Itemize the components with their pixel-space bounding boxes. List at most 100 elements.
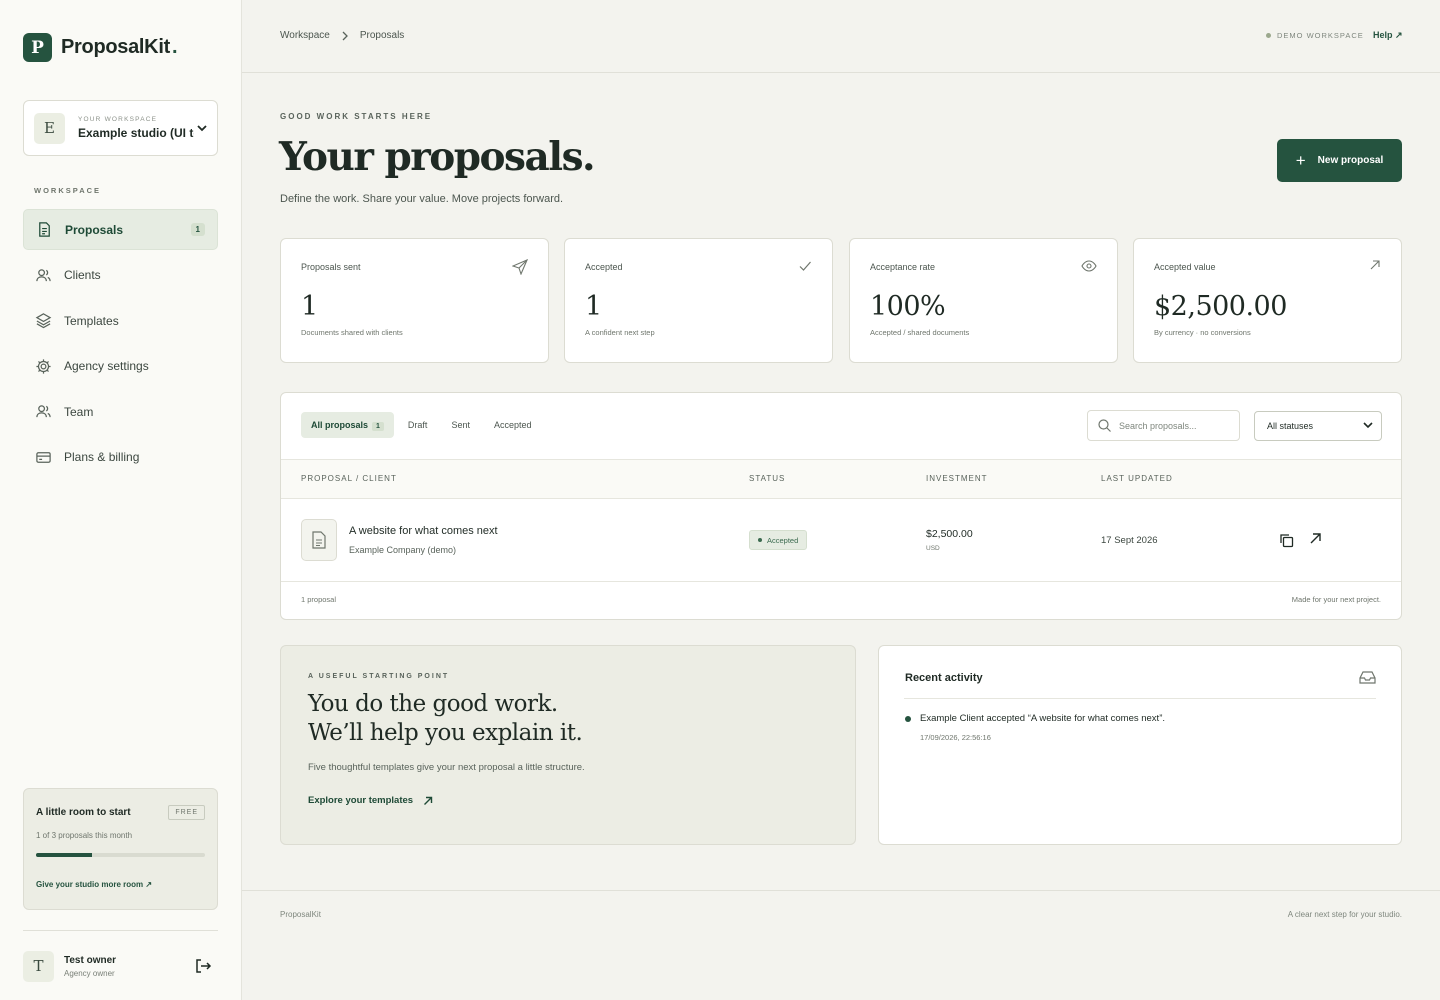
open-external-icon[interactable] — [1309, 532, 1322, 545]
column-header: INVESTMENT — [926, 474, 988, 483]
logout-icon[interactable] — [194, 957, 212, 975]
search-placeholder: Search proposals... — [1119, 420, 1197, 431]
chevron-down-icon — [197, 125, 207, 132]
sidebar-item-label: Plans & billing — [64, 450, 140, 464]
upgrade-link[interactable]: Give your studio more room ↗ — [36, 880, 205, 889]
plan-badge: FREE — [168, 805, 205, 820]
stat-card-acceptance-rate: Acceptance rate 100% Accepted / shared d… — [849, 238, 1118, 363]
divider — [23, 930, 218, 931]
last-updated: 17 Sept 2026 — [1101, 535, 1158, 546]
page-title: Your proposals. — [279, 134, 596, 180]
tab-sent[interactable]: Sent — [441, 412, 480, 438]
search-input[interactable]: Search proposals... — [1087, 410, 1240, 441]
user-role: Agency owner — [64, 968, 115, 978]
status-badge: Accepted — [749, 530, 808, 550]
proposal-client: Example Company (demo) — [349, 545, 457, 555]
send-icon — [512, 259, 528, 275]
brand-name: ProposalKit. — [61, 36, 178, 58]
document-icon — [39, 222, 50, 237]
plan-usage-card: A little room to start FREE 1 of 3 propo… — [23, 788, 218, 910]
users-icon — [36, 268, 51, 281]
stat-value: 1 — [301, 291, 318, 322]
stat-value: 100% — [870, 291, 946, 322]
arrow-up-right-icon — [1370, 260, 1380, 270]
filter-tabs: All proposals 1 Draft Sent Accepted — [301, 412, 545, 438]
workspace-switcher[interactable]: E YOUR WORKSPACE Example studio (UI test… — [23, 100, 218, 156]
eye-icon — [1081, 260, 1097, 272]
stat-label: Accepted value — [1154, 262, 1216, 272]
proposals-table-card: All proposals 1 Draft Sent Accepted Searc… — [280, 392, 1402, 620]
user-profile: T Test owner Agency owner — [23, 950, 218, 982]
status-filter-select[interactable]: All statuses — [1254, 411, 1382, 441]
chevron-down-icon — [1363, 422, 1373, 429]
column-header: PROPOSAL / CLIENT — [301, 474, 397, 483]
plan-usage-text: 1 of 3 proposals this month — [36, 831, 133, 840]
column-header: STATUS — [749, 474, 786, 483]
sidebar-item-label: Proposals — [65, 222, 124, 237]
demo-workspace-indicator: DEMO WORKSPACE — [1266, 31, 1364, 40]
layers-icon — [35, 313, 52, 329]
workspace-eyebrow: YOUR WORKSPACE — [78, 116, 158, 123]
arrow-up-right-icon — [424, 796, 433, 805]
help-link[interactable]: Help ↗ — [1373, 30, 1403, 41]
chevron-right-icon — [342, 31, 348, 40]
sidebar-nav: Proposals 1 Clients Templates Agency set… — [23, 209, 218, 482]
copy-icon[interactable] — [1279, 533, 1294, 548]
document-icon — [301, 519, 337, 561]
workspace-avatar: E — [34, 112, 65, 144]
stat-card-proposals-sent: Proposals sent 1 Documents shared with c… — [280, 238, 549, 363]
logo-mark: P — [23, 33, 52, 62]
footer-tagline: A clear next step for your studio. — [1287, 910, 1402, 919]
proposal-title[interactable]: A website for what comes next — [349, 525, 498, 537]
stat-caption: By currency · no conversions — [1154, 328, 1251, 337]
workspace-name: Example studio (UI test) — [78, 126, 194, 140]
activity-title: Recent activity — [905, 672, 983, 684]
brand-logo[interactable]: P ProposalKit. — [23, 33, 178, 62]
table-footer-note: Made for your next project. — [1291, 595, 1381, 604]
breadcrumb-workspace[interactable]: Workspace — [280, 30, 330, 41]
sidebar-item-proposals[interactable]: Proposals 1 — [23, 209, 218, 250]
stat-value: $2,500.00 — [1154, 291, 1287, 322]
sidebar: P ProposalKit. E YOUR WORKSPACE Example … — [0, 0, 242, 1000]
sidebar-item-agency-settings[interactable]: Agency settings — [23, 346, 218, 387]
table-footer-count: 1 proposal — [301, 595, 337, 604]
explore-templates-link[interactable]: Explore your templates — [308, 795, 828, 806]
footer-brand: ProposalKit — [280, 910, 321, 919]
stat-caption: A confident next step — [585, 328, 655, 337]
proposals-count-badge: 1 — [190, 223, 205, 236]
sidebar-item-templates[interactable]: Templates — [23, 300, 218, 341]
gear-icon — [36, 358, 51, 374]
stat-label: Accepted — [585, 262, 623, 272]
users-icon — [36, 405, 51, 418]
stat-card-accepted-value: Accepted value $2,500.00 By currency · n… — [1133, 238, 1402, 363]
stat-value: 1 — [585, 291, 602, 322]
nav-section-label: WORKSPACE — [34, 186, 102, 195]
new-proposal-button[interactable]: + New proposal — [1277, 139, 1402, 182]
promo-eyebrow: A USEFUL STARTING POINT — [308, 673, 450, 680]
table-row[interactable]: A website for what comes next Example Co… — [281, 499, 1401, 582]
divider — [904, 698, 1376, 699]
tab-accepted[interactable]: Accepted — [484, 412, 542, 438]
activity-item-text: Example Client accepted “A website for w… — [920, 713, 1166, 724]
recent-activity-card: Recent activity Example Client accepted … — [878, 645, 1402, 845]
page-subtitle: Define the work. Share your value. Move … — [280, 193, 564, 205]
sidebar-item-clients[interactable]: Clients — [23, 255, 218, 296]
search-icon — [1098, 419, 1111, 432]
plan-progress-bar — [36, 853, 205, 857]
tab-count: 1 — [372, 422, 384, 431]
sidebar-item-plans-billing[interactable]: Plans & billing — [23, 437, 218, 478]
tab-all-proposals[interactable]: All proposals 1 — [301, 412, 394, 438]
sidebar-item-label: Clients — [64, 268, 101, 282]
activity-item-time: 17/09/2026, 22:56:16 — [920, 733, 991, 742]
stat-label: Acceptance rate — [870, 262, 936, 272]
promo-title: You do the good work. We’ll help you exp… — [308, 691, 583, 746]
sidebar-item-team[interactable]: Team — [23, 391, 218, 432]
stat-caption: Accepted / shared documents — [870, 328, 970, 337]
stat-card-accepted: Accepted 1 A confident next step — [564, 238, 833, 363]
status-dot — [758, 538, 762, 542]
stat-caption: Documents shared with clients — [301, 328, 403, 337]
page-footer: ProposalKit A clear next step for your s… — [242, 890, 1440, 1000]
tab-draft[interactable]: Draft — [398, 412, 438, 438]
plan-progress-fill — [36, 853, 93, 857]
top-bar: Workspace Proposals DEMO WORKSPACE Help … — [242, 0, 1440, 73]
